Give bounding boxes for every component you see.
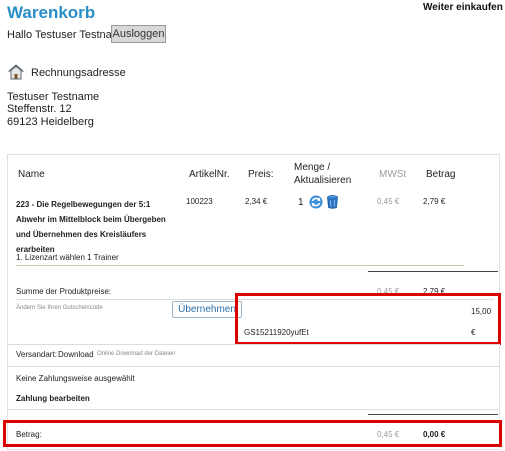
product-article-number: 100223 <box>186 197 213 206</box>
product-quantity[interactable]: 1 <box>298 197 304 208</box>
coupon-highlight-box <box>235 293 501 345</box>
refresh-icon[interactable] <box>309 195 323 209</box>
column-header-article: ArtikelNr. <box>189 169 230 180</box>
page-title: Warenkorb <box>7 3 96 22</box>
billing-address-heading: Rechnungsadresse <box>31 67 126 79</box>
column-header-amount: Betrag <box>426 169 456 180</box>
shipping-label: Versandart: <box>16 350 57 359</box>
product-amount: 2,79 € <box>423 197 446 206</box>
greeting-text: Hallo Testuser Testname <box>7 29 128 41</box>
trash-icon[interactable] <box>327 195 338 209</box>
apply-coupon-button[interactable]: Übernehmen <box>172 301 242 318</box>
shipping-method: Download <box>58 350 94 359</box>
column-header-name: Name <box>18 169 45 180</box>
column-header-quantity: Menge / <box>294 162 331 173</box>
continue-shopping-link[interactable]: Weiter einkaufen <box>423 2 503 13</box>
payment-bottom-divider <box>7 409 500 410</box>
billing-city: 69123 Heidelberg <box>7 116 94 128</box>
column-header-price: Preis: <box>248 169 274 180</box>
edit-payment-link[interactable]: Zahlung bearbeiten <box>16 394 90 403</box>
column-header-update: Aktualisieren <box>294 175 352 186</box>
column-header-vat: MWSt <box>379 169 407 180</box>
total-label: Betrag: <box>16 430 42 439</box>
product-title: 223 - Die Regelbewegungen der 5:1 Abwehr… <box>16 200 166 254</box>
house-icon <box>7 64 25 80</box>
product-license: 1. Lizenzart wählen 1 Trainer <box>16 253 119 262</box>
shipping-note: Online Download der Dateien <box>97 351 176 357</box>
logout-button[interactable]: Ausloggen <box>111 25 166 43</box>
payment-status: Keine Zahlungsweise ausgewählt <box>16 374 135 383</box>
product-vat: 0,45 € <box>377 197 400 206</box>
coupon-bottom-divider <box>7 344 500 345</box>
product-price: 2,34 € <box>245 197 268 206</box>
subtotal-divider <box>368 271 498 272</box>
total-amount: 0,00 € <box>423 430 446 439</box>
subtotal-label: Summe der Produktpreise: <box>16 287 112 296</box>
row-divider <box>16 265 464 266</box>
coupon-label: Ändern Sie Ihren Gutscheincode <box>16 305 103 311</box>
billing-street: Steffenstr. 12 <box>7 103 72 115</box>
total-vat: 0,45 € <box>377 430 400 439</box>
billing-name: Testuser Testname <box>7 91 100 103</box>
shipping-bottom-divider <box>7 366 500 367</box>
total-divider <box>368 414 498 415</box>
